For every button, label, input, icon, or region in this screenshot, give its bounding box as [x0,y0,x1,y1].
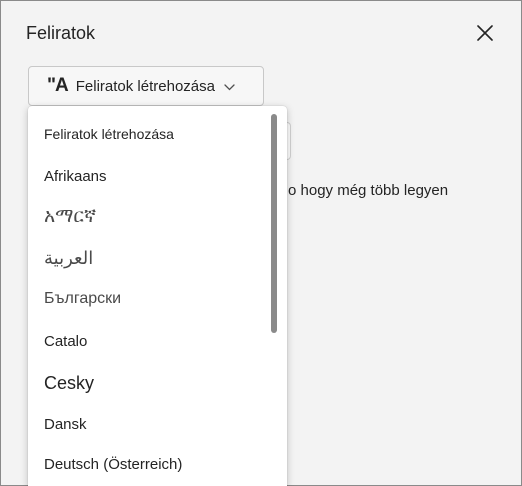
dropdown-item-bulgarian[interactable]: Български [44,290,121,308]
captions-panel: Feliratok "A Feliratok létrehozása o hog… [0,0,522,486]
close-icon [477,25,493,41]
dropdown-scrollbar[interactable] [271,114,277,333]
panel-title: Feliratok [26,23,96,43]
dropdown-item-danish[interactable]: Dansk [44,416,87,433]
dropdown-item-amharic[interactable]: አማርኛ [44,206,96,228]
dropdown-item-german-austria[interactable]: Deutsch (Österreich) [44,456,182,473]
captions-icon: "A [47,75,69,96]
background-description-text: o hogy még több legyen [288,182,449,199]
dropdown-item-catalan[interactable]: Catalo [44,333,87,350]
chevron-down-icon [224,83,235,90]
captions-button-label: Feliratok létrehozása [75,77,215,95]
dropdown-item-create-captions[interactable]: Feliratok létrehozása [44,126,174,142]
dropdown-item-czech[interactable]: Cesky [44,373,94,394]
dropdown-item-arabic[interactable]: العربية [44,248,93,269]
close-button[interactable] [473,21,497,45]
captions-language-dropdown-button[interactable]: "A Feliratok létrehozása [28,66,264,106]
language-dropdown-list[interactable]: Feliratok létrehozása Afrikaans አማርኛ الع… [28,106,287,486]
dropdown-item-afrikaans[interactable]: Afrikaans [44,168,107,185]
